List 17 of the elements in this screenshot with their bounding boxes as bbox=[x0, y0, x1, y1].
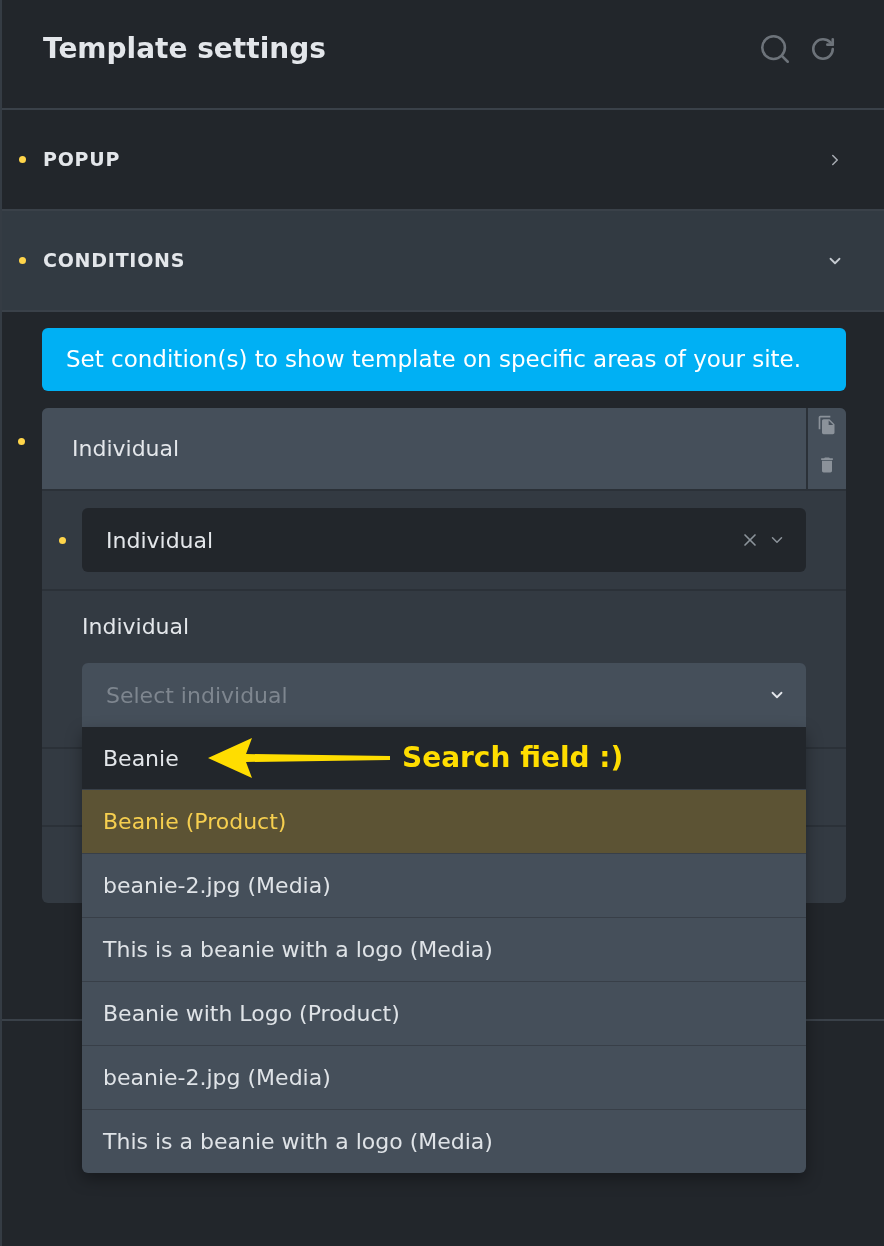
copy-icon[interactable] bbox=[817, 414, 837, 436]
search-icon[interactable] bbox=[758, 32, 792, 66]
dropdown-option[interactable]: beanie-2.jpg (Media) bbox=[82, 1045, 806, 1109]
refresh-icon[interactable] bbox=[810, 36, 836, 62]
section-header[interactable]: CONDITIONS bbox=[2, 211, 884, 312]
card-title: Individual bbox=[72, 435, 180, 463]
type-select[interactable]: Individual bbox=[82, 508, 806, 572]
panel-title: Template settings bbox=[43, 31, 326, 67]
dropdown-option[interactable]: This is a beanie with a logo (Media) bbox=[82, 1109, 806, 1173]
individual-select[interactable]: Select individual bbox=[82, 663, 806, 727]
dropdown-option[interactable]: This is a beanie with a logo (Media) bbox=[82, 917, 806, 981]
dropdown-option[interactable]: beanie-2.jpg (Media) bbox=[82, 853, 806, 917]
annotation-label: Search field :) bbox=[402, 744, 624, 772]
info-message: Set condition(s) to show template on specific areas of your site. bbox=[42, 328, 846, 391]
dropdown-option[interactable]: Beanie with Logo (Product) bbox=[82, 981, 806, 1045]
dropdown-option[interactable]: Beanie (Product) bbox=[82, 789, 806, 853]
field-label: Individual bbox=[82, 613, 190, 641]
